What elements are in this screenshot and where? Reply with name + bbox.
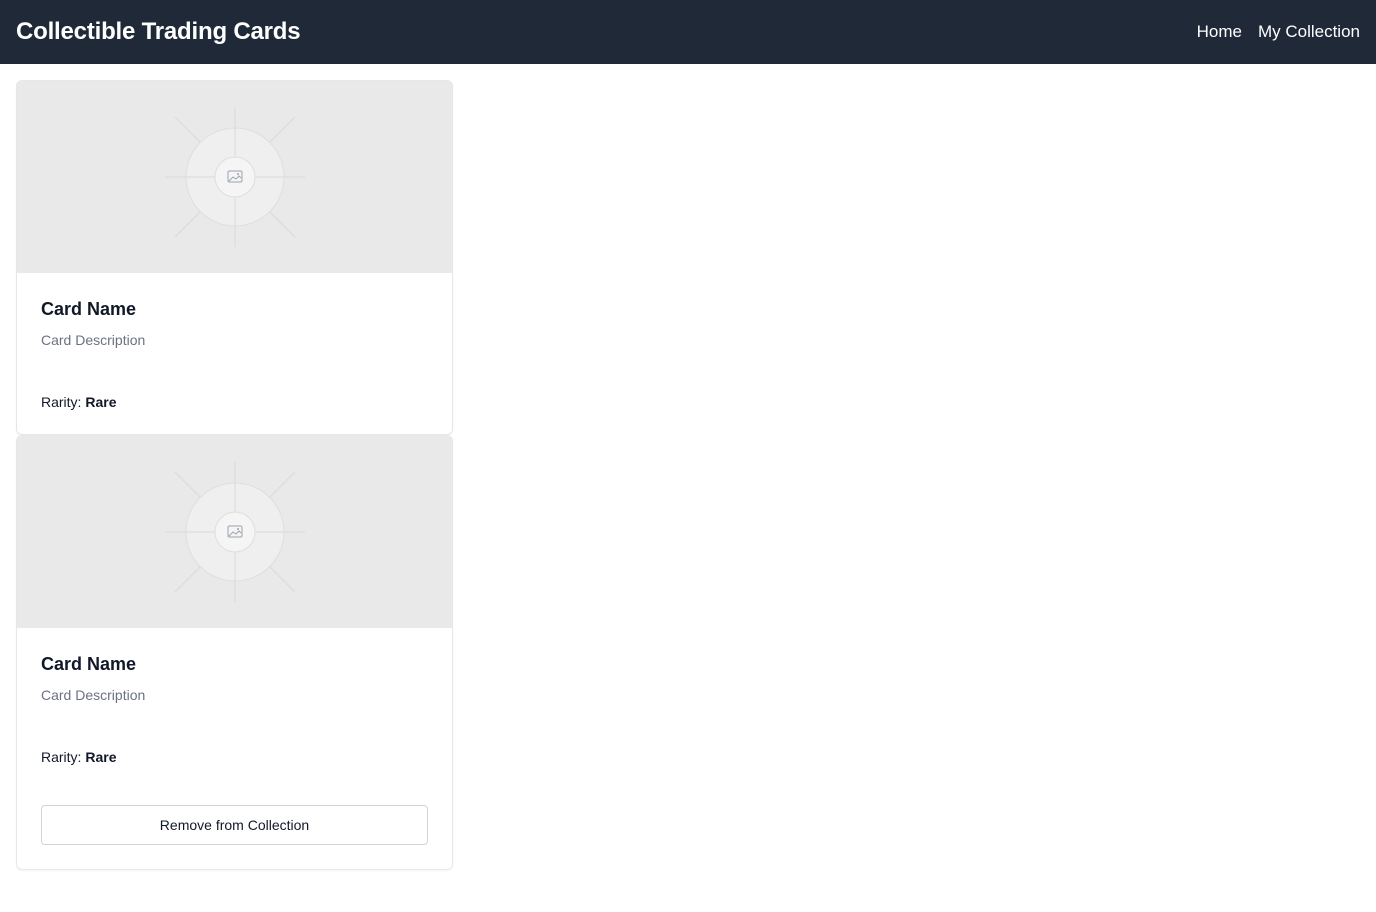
top-navbar: Collectible Trading Cards Home My Collec…: [0, 0, 1376, 64]
card-description: Card Description: [41, 332, 146, 348]
nav-home-link[interactable]: Home: [1197, 22, 1242, 42]
app-title: Collectible Trading Cards: [16, 18, 301, 45]
card-name: Card Name: [41, 654, 137, 674]
card-description: Card Description: [41, 687, 146, 703]
rarity-label: Rarity:: [41, 394, 86, 410]
image-placeholder-icon: [164, 107, 305, 247]
rarity-label: Rarity:: [41, 749, 86, 765]
card-body: Card Name Card Description Rarity: Rare …: [17, 628, 452, 869]
card-image-placeholder: [17, 81, 452, 273]
rarity-value: Rare: [85, 749, 117, 765]
card-list: Card Name Card Description Rarity: Rare: [0, 64, 1376, 886]
card-rarity: Rarity: Rare: [41, 749, 428, 765]
card-item: Card Name Card Description Rarity: Rare …: [16, 435, 453, 870]
card-body: Card Name Card Description Rarity: Rare: [17, 273, 452, 434]
remove-from-collection-button[interactable]: Remove from Collection: [41, 805, 428, 845]
main-nav: Home My Collection: [1197, 22, 1360, 42]
nav-my-collection-link[interactable]: My Collection: [1258, 22, 1360, 42]
image-placeholder-icon: [164, 462, 305, 602]
card-name: Card Name: [41, 299, 137, 319]
card-item: Card Name Card Description Rarity: Rare: [16, 80, 453, 435]
card-image-placeholder: [17, 436, 452, 628]
card-rarity: Rarity: Rare: [41, 394, 428, 410]
rarity-value: Rare: [85, 394, 117, 410]
